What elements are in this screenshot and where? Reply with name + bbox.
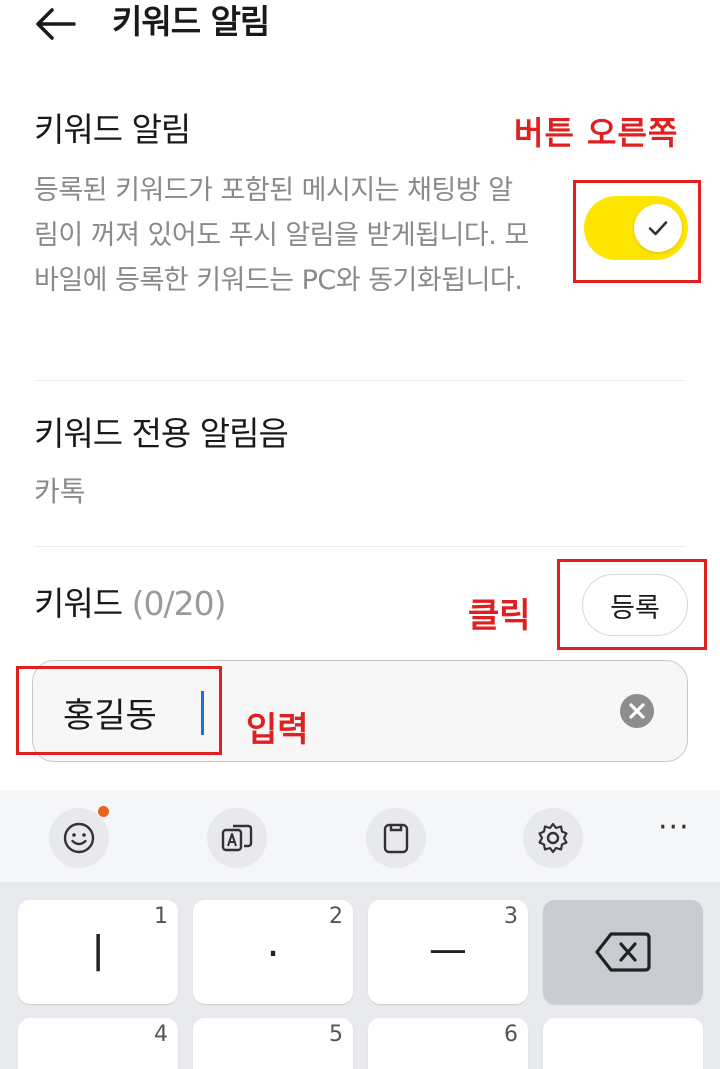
key-5[interactable]: 5: [193, 1018, 353, 1069]
key-glyph: ㅣ: [78, 929, 118, 978]
toggle-knob: [634, 204, 682, 252]
key-6[interactable]: 6: [368, 1018, 528, 1069]
app-header: 키워드 알림: [0, 0, 720, 48]
key-4[interactable]: 4: [18, 1018, 178, 1069]
back-arrow-icon: [36, 8, 76, 40]
settings-icon: [538, 822, 568, 854]
translate-button[interactable]: [207, 808, 267, 868]
enter-key[interactable]: [543, 1018, 703, 1069]
keyword-label-text: 키워드: [34, 584, 123, 623]
key-2[interactable]: 2 ·: [193, 900, 353, 1004]
keyword-sound-title[interactable]: 키워드 전용 알림음: [34, 414, 289, 454]
keyword-alert-description: 등록된 키워드가 포함된 메시지는 채팅방 알림이 꺼져 있어도 푸시 알림을 …: [34, 175, 529, 296]
keyword-count: (0/20): [131, 584, 227, 623]
keyboard: 1 ㅣ 2 · 3 ㅡ 4 5 6: [0, 882, 720, 1069]
clear-input-button[interactable]: [620, 694, 654, 728]
more-icon[interactable]: ···: [658, 813, 690, 843]
page-title: 키워드 알림: [112, 2, 270, 41]
close-icon: [629, 703, 645, 719]
clipboard-icon: [383, 823, 409, 854]
divider: [34, 380, 686, 381]
backspace-icon: [595, 932, 651, 972]
keyboard-settings-button[interactable]: [523, 808, 583, 868]
keyboard-toolbar: [0, 790, 720, 882]
key-glyph: ·: [266, 929, 280, 978]
translate-icon: [221, 824, 253, 852]
keyword-sound-value: 카톡: [34, 475, 86, 508]
keyword-alert-toggle[interactable]: [584, 196, 688, 260]
check-icon: [648, 221, 668, 236]
annotation-click-hint: 클릭: [468, 596, 531, 636]
key-number: 4: [154, 1022, 168, 1047]
keyword-list-label: 키워드 (0/20): [34, 584, 227, 624]
key-number: 6: [504, 1022, 518, 1047]
key-glyph: ㅡ: [428, 929, 468, 978]
annotation-input-box: [16, 666, 222, 755]
key-number: 5: [329, 1022, 343, 1047]
emoji-button[interactable]: [49, 808, 109, 868]
keyword-alert-title: 키워드 알림: [34, 110, 191, 149]
key-3[interactable]: 3 ㅡ: [368, 900, 528, 1004]
divider: [34, 546, 686, 547]
annotation-input-hint: 입력: [246, 710, 309, 750]
annotation-toggle-hint: 버튼 오른쪽: [514, 114, 679, 152]
notification-dot: [98, 806, 109, 817]
key-1[interactable]: 1 ㅣ: [18, 900, 178, 1004]
back-button[interactable]: [34, 4, 78, 44]
clipboard-button[interactable]: [366, 808, 426, 868]
emoji-icon: [63, 822, 95, 854]
backspace-key[interactable]: [543, 900, 703, 1004]
register-button[interactable]: 등록: [582, 574, 688, 636]
